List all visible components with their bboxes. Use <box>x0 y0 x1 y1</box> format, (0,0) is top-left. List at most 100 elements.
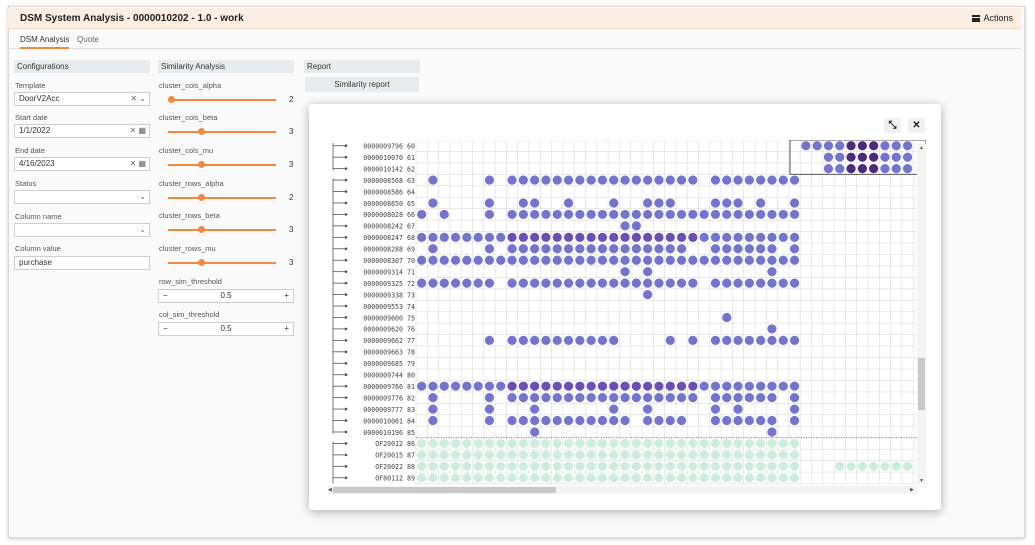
matrix-cell-dot[interactable] <box>484 209 495 220</box>
matrix-cell-dot[interactable] <box>541 461 551 471</box>
matrix-cell-dot[interactable] <box>563 244 574 254</box>
matrix-cell-dot[interactable] <box>767 450 777 460</box>
matrix-cell-dot[interactable] <box>507 335 517 345</box>
matrix-cell-dot[interactable] <box>665 255 675 265</box>
start-date-input[interactable]: 1/1/2022 ✕ ▦ <box>14 124 150 138</box>
matrix-cell-dot[interactable] <box>733 473 743 483</box>
matrix-cell-dot[interactable] <box>586 381 596 391</box>
matrix-cell-dot[interactable] <box>439 438 449 449</box>
matrix-cell-dot[interactable] <box>541 209 551 220</box>
matrix-cell-dot[interactable] <box>880 461 890 471</box>
horizontal-scroll-thumb[interactable] <box>333 487 556 493</box>
matrix-cell-dot[interactable] <box>710 473 721 483</box>
matrix-cell-dot[interactable] <box>563 198 574 208</box>
matrix-cell-dot[interactable] <box>722 175 732 185</box>
matrix-cell-dot[interactable] <box>428 244 438 254</box>
matrix-cell-dot[interactable] <box>597 175 608 185</box>
matrix-cell-dot[interactable] <box>665 473 675 483</box>
scroll-right-icon[interactable]: ▶ <box>910 487 914 493</box>
matrix-cell-dot[interactable] <box>484 232 495 242</box>
matrix-cell-dot[interactable] <box>902 461 913 471</box>
matrix-cell-dot[interactable] <box>609 175 619 185</box>
matrix-cell-dot[interactable] <box>484 198 495 208</box>
matrix-cell-dot[interactable] <box>722 393 732 403</box>
matrix-cell-dot[interactable] <box>733 335 743 345</box>
matrix-cell-dot[interactable] <box>541 232 551 242</box>
matrix-cell-dot[interactable] <box>530 198 540 208</box>
matrix-cell-dot[interactable] <box>575 473 585 483</box>
matrix-cell-dot[interactable] <box>676 438 687 449</box>
matrix-cell-dot[interactable] <box>643 438 653 449</box>
slider-thumb[interactable] <box>168 96 175 103</box>
matrix-cell-dot[interactable] <box>857 152 867 162</box>
matrix-cell-dot[interactable] <box>643 175 653 185</box>
calendar-icon[interactable]: ✕ ▦ <box>130 158 146 170</box>
matrix-cell-dot[interactable] <box>484 461 495 471</box>
matrix-cell-dot[interactable] <box>676 232 687 242</box>
matrix-cell-dot[interactable] <box>767 381 777 391</box>
matrix-cell-dot[interactable] <box>722 278 732 288</box>
matrix-cell-dot[interactable] <box>473 381 483 391</box>
matrix-cell-dot[interactable] <box>631 438 641 449</box>
matrix-cell-dot[interactable] <box>631 221 641 231</box>
matrix-cell-dot[interactable] <box>789 255 800 265</box>
matrix-cell-dot[interactable] <box>676 381 687 391</box>
matrix-cell-dot[interactable] <box>778 450 788 460</box>
matrix-cell-dot[interactable] <box>722 415 732 426</box>
matrix-cell-dot[interactable] <box>518 335 528 345</box>
matrix-cell-dot[interactable] <box>767 324 777 334</box>
column-value-input[interactable]: purchase <box>14 256 150 270</box>
matrix-cell-dot[interactable] <box>609 404 619 414</box>
matrix-cell-dot[interactable] <box>439 461 449 471</box>
matrix-cell-dot[interactable] <box>620 221 630 231</box>
matrix-cell-dot[interactable] <box>756 232 766 242</box>
matrix-cell-dot[interactable] <box>575 175 585 185</box>
matrix-cell-dot[interactable] <box>575 209 585 220</box>
matrix-cell-dot[interactable] <box>507 244 517 254</box>
matrix-cell-dot[interactable] <box>575 278 585 288</box>
matrix-cell-dot[interactable] <box>563 450 574 460</box>
matrix-cell-dot[interactable] <box>654 415 664 426</box>
matrix-cell-dot[interactable] <box>518 255 528 265</box>
matrix-cell-dot[interactable] <box>733 404 743 414</box>
matrix-cell-dot[interactable] <box>586 450 596 460</box>
matrix-cell-dot[interactable] <box>710 335 721 345</box>
matrix-cell-dot[interactable] <box>518 438 528 449</box>
matrix-cell-dot[interactable] <box>665 415 675 426</box>
matrix-cell-dot[interactable] <box>552 473 562 483</box>
matrix-cell-dot[interactable] <box>428 461 438 471</box>
matrix-cell-dot[interactable] <box>530 335 540 345</box>
matrix-cell-dot[interactable] <box>688 255 698 265</box>
matrix-cell-dot[interactable] <box>744 461 754 471</box>
matrix-cell-dot[interactable] <box>676 175 687 185</box>
matrix-cell-dot[interactable] <box>688 438 698 449</box>
matrix-cell-dot[interactable] <box>620 255 630 265</box>
matrix-cell-dot[interactable] <box>473 450 483 460</box>
matrix-cell-dot[interactable] <box>710 244 721 254</box>
matrix-cell-dot[interactable] <box>417 232 427 242</box>
matrix-cell-dot[interactable] <box>507 381 517 391</box>
matrix-cell-dot[interactable] <box>530 473 540 483</box>
matrix-cell-dot[interactable] <box>722 244 732 254</box>
matrix-cell-dot[interactable] <box>530 209 540 220</box>
matrix-cell-dot[interactable] <box>552 209 562 220</box>
matrix-cell-dot[interactable] <box>552 393 562 403</box>
matrix-cell-dot[interactable] <box>699 255 709 265</box>
tab-dsm-analysis[interactable]: DSM Analysis <box>20 35 70 49</box>
matrix-cell-dot[interactable] <box>597 438 608 449</box>
matrix-cell-dot[interactable] <box>631 244 641 254</box>
matrix-cell-dot[interactable] <box>597 244 608 254</box>
matrix-cell-dot[interactable] <box>789 209 800 220</box>
scroll-up-icon[interactable]: ▲ <box>919 145 924 151</box>
scroll-down-icon[interactable]: ▼ <box>919 478 924 484</box>
matrix-cell-dot[interactable] <box>891 141 901 151</box>
matrix-cell-dot[interactable] <box>575 393 585 403</box>
matrix-cell-dot[interactable] <box>756 175 766 185</box>
matrix-cell-dot[interactable] <box>688 450 698 460</box>
matrix-cell-dot[interactable] <box>835 164 845 174</box>
matrix-cell-dot[interactable] <box>428 438 438 449</box>
matrix-cell-dot[interactable] <box>530 232 540 242</box>
matrix-cell-dot[interactable] <box>563 415 574 426</box>
matrix-cell-dot[interactable] <box>643 404 653 414</box>
matrix-cell-dot[interactable] <box>778 209 788 220</box>
